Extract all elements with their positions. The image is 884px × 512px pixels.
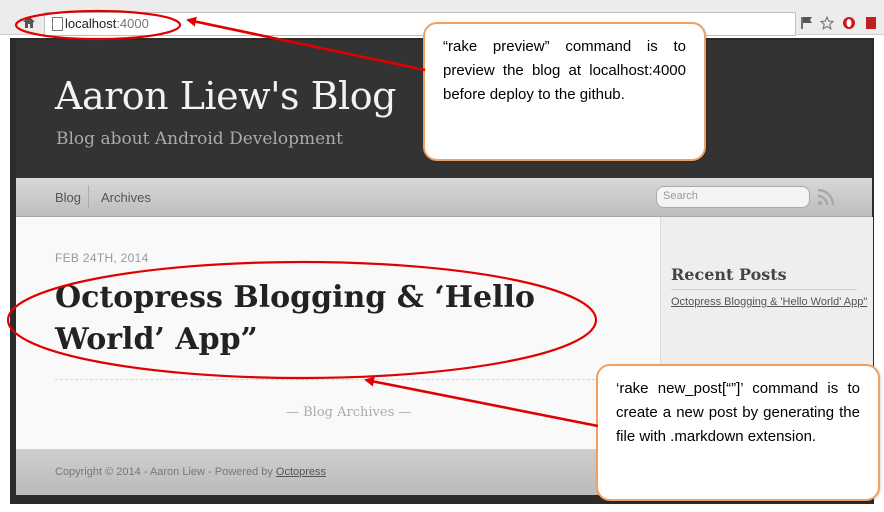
sidebar-divider xyxy=(671,289,857,290)
new-post-callout: ‘rake new_post[“”]’ command is to create… xyxy=(596,364,880,501)
home-icon[interactable] xyxy=(22,15,36,29)
url-port: :4000 xyxy=(116,16,149,31)
preview-callout: “rake preview” command is to preview the… xyxy=(423,22,706,161)
blog-subtitle: Blog about Android Development xyxy=(56,129,343,149)
octopress-link[interactable]: Octopress xyxy=(276,466,326,478)
nav-divider xyxy=(88,185,89,209)
main-column: FEB 24TH, 2014 Octopress Blogging & ‘Hel… xyxy=(16,217,660,449)
footer-text: Copyright © 2014 - Aaron Liew - Powered … xyxy=(55,466,326,478)
star-icon[interactable] xyxy=(820,16,834,30)
recent-posts-heading: Recent Posts xyxy=(671,265,787,284)
footer-copyright: Copyright © 2014 - Aaron Liew - Powered … xyxy=(55,466,276,478)
page-icon xyxy=(52,17,63,31)
nav-item-blog[interactable]: Blog xyxy=(55,190,81,205)
post-title[interactable]: Octopress Blogging & ‘Hello World’ App” xyxy=(55,277,575,361)
recent-post-link[interactable]: Octopress Blogging & 'Hello World' App" xyxy=(671,296,867,308)
nav-item-archives[interactable]: Archives xyxy=(101,190,151,205)
nav-bar: Blog Archives Search xyxy=(16,178,872,217)
blog-title[interactable]: Aaron Liew's Blog xyxy=(55,74,396,118)
url-host: localhost xyxy=(65,16,117,31)
post-date: FEB 24TH, 2014 xyxy=(55,251,149,265)
bookmark-extension-icon[interactable] xyxy=(864,16,878,30)
opera-extension-icon[interactable] xyxy=(842,16,856,30)
search-placeholder: Search xyxy=(663,190,698,202)
blog-archives-link[interactable]: — Blog Archives — xyxy=(286,405,411,420)
flag-icon[interactable] xyxy=(800,16,814,30)
url-text: localhost:4000 xyxy=(65,16,149,31)
search-input[interactable]: Search xyxy=(656,186,810,208)
post-divider xyxy=(55,379,620,380)
rss-icon[interactable] xyxy=(816,187,836,207)
